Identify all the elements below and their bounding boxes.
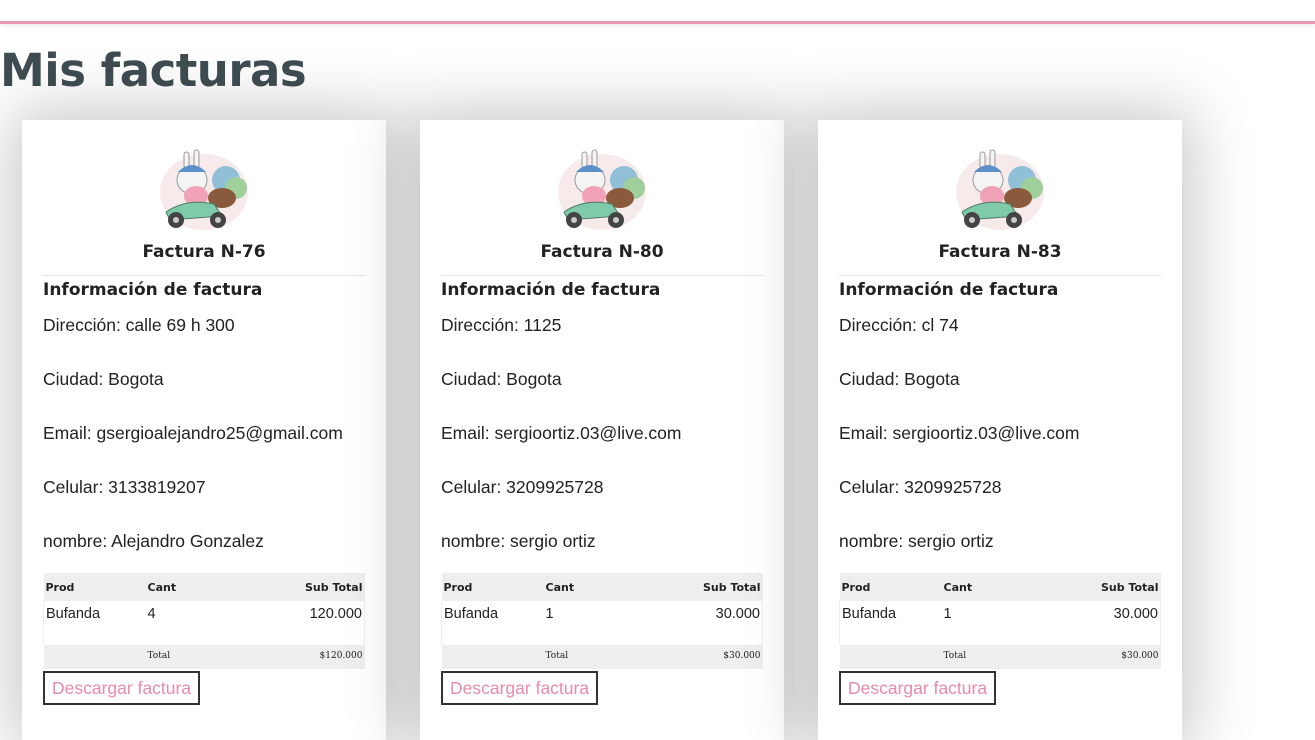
email-line: Email: gsergioalejandro25@gmail.com — [43, 423, 343, 443]
cell-cant: 1 — [943, 606, 952, 622]
address-line: Dirección: calle 69 h 300 — [43, 315, 235, 335]
name-line: nombre: sergio ortiz — [839, 531, 994, 551]
invoice-card: Factura N-80 Información de factura Dire… — [420, 120, 784, 740]
cell-subtotal: 120.000 — [265, 601, 365, 645]
bunny-scooter-logo — [558, 149, 646, 230]
top-navbar — [0, 0, 1315, 24]
divider — [839, 275, 1161, 276]
header-prod: Prod — [43, 573, 146, 601]
cell-cant: 1 — [545, 606, 554, 622]
phone-line: Celular: 3209925728 — [839, 477, 1002, 497]
info-heading: Información de factura — [839, 280, 1059, 300]
city-line: Ciudad: Bogota — [441, 369, 562, 389]
phone-line: Celular: 3133819207 — [43, 477, 206, 497]
page-title: Mis facturas — [0, 44, 307, 97]
city-line: Ciudad: Bogota — [43, 369, 164, 389]
items-table: Prod Cant Sub Total Bufanda 4 120.000 To… — [43, 573, 365, 669]
header-subtotal: Sub Total — [663, 573, 763, 601]
invoice-title: Factura N-76 — [142, 242, 266, 262]
name-line: nombre: sergio ortiz — [441, 531, 596, 551]
download-invoice-button[interactable]: Descargar factura — [43, 671, 201, 705]
cell-subtotal: 30.000 — [663, 601, 763, 645]
divider — [43, 275, 365, 276]
address-line: Dirección: cl 74 — [839, 315, 959, 335]
total-value: $120.000 — [265, 645, 365, 669]
header-cant: Cant — [941, 573, 1062, 601]
phone-line: Celular: 3209925728 — [441, 477, 604, 497]
cell-cant: 4 — [147, 606, 156, 622]
total-label: Total — [941, 645, 1062, 669]
cell-prod: Bufanda — [441, 601, 544, 645]
table-row: Bufanda 1 30.000 — [839, 601, 1161, 645]
name-line: nombre: Alejandro Gonzalez — [43, 531, 264, 551]
total-value: $30.000 — [663, 645, 763, 669]
email-line: Email: sergioortiz.03@live.com — [839, 423, 1080, 443]
info-heading: Información de factura — [43, 280, 263, 300]
header-cant: Cant — [543, 573, 664, 601]
bunny-scooter-logo — [160, 149, 248, 230]
header-prod: Prod — [839, 573, 942, 601]
address-line: Dirección: 1125 — [441, 315, 562, 335]
header-subtotal: Sub Total — [1061, 573, 1161, 601]
divider — [441, 275, 763, 276]
table-row: Bufanda 4 120.000 — [43, 601, 365, 645]
download-invoice-button[interactable]: Descargar factura — [441, 671, 599, 705]
total-value: $30.000 — [1061, 645, 1161, 669]
cell-prod: Bufanda — [839, 601, 942, 645]
header-cant: Cant — [145, 573, 266, 601]
total-label: Total — [145, 645, 266, 669]
items-table: Prod Cant Sub Total Bufanda 1 30.000 Tot… — [839, 573, 1161, 669]
cell-prod: Bufanda — [43, 601, 146, 645]
invoice-title: Factura N-83 — [938, 242, 1062, 262]
download-invoice-button[interactable]: Descargar factura — [839, 671, 997, 705]
header-prod: Prod — [441, 573, 544, 601]
city-line: Ciudad: Bogota — [839, 369, 960, 389]
total-label: Total — [543, 645, 664, 669]
info-heading: Información de factura — [441, 280, 661, 300]
table-row: Bufanda 1 30.000 — [441, 601, 763, 645]
invoice-card: Factura N-83 Información de factura Dire… — [818, 120, 1182, 740]
cell-subtotal: 30.000 — [1061, 601, 1161, 645]
invoice-title: Factura N-80 — [540, 242, 664, 262]
header-subtotal: Sub Total — [265, 573, 365, 601]
invoice-card: Factura N-76 Información de factura Dire… — [22, 120, 386, 740]
bunny-scooter-logo — [956, 149, 1044, 230]
email-line: Email: sergioortiz.03@live.com — [441, 423, 682, 443]
items-table: Prod Cant Sub Total Bufanda 1 30.000 Tot… — [441, 573, 763, 669]
